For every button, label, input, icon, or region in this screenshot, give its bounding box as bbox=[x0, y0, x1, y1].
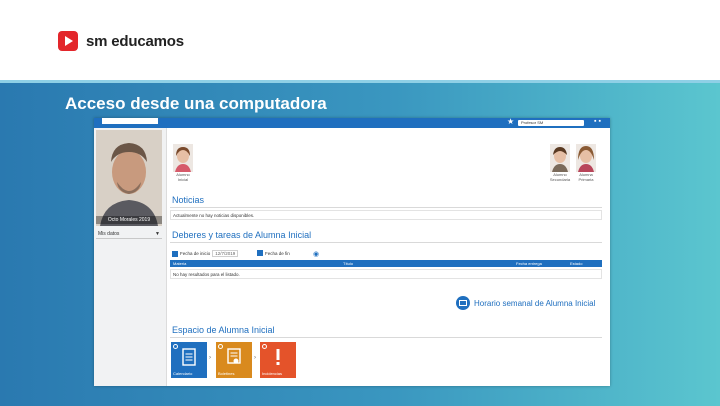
student-avatar-icon bbox=[173, 144, 193, 172]
tile-info-icon bbox=[262, 344, 267, 349]
news-title: Noticias bbox=[172, 195, 205, 205]
tile-reports[interactable]: › Boletines bbox=[216, 342, 256, 378]
calendar-icon bbox=[257, 250, 263, 256]
column-status[interactable]: Estado bbox=[570, 260, 582, 267]
student-alumno-inicial[interactable]: Alumno Inicial bbox=[171, 144, 195, 182]
brand-logo-icon bbox=[58, 31, 78, 51]
profile-photo: Octo Morales 2019 bbox=[96, 130, 162, 226]
brand-name: sm educamos bbox=[86, 32, 184, 50]
student-avatar-icon bbox=[576, 144, 596, 172]
homework-divider bbox=[170, 242, 602, 243]
window-controls-icon[interactable]: ▪▪ bbox=[594, 118, 603, 127]
homework-title: Deberes y tareas de Alumna Inicial bbox=[172, 230, 312, 240]
user-menu[interactable]: Profesor SM bbox=[518, 120, 584, 126]
student-alumna-primaria[interactable]: Alumna Primaria bbox=[574, 144, 598, 182]
profile-sidebar: Octo Morales 2019 Mis datos ▼ bbox=[94, 128, 167, 386]
weekly-schedule-link[interactable]: Horario semanal de Alumna Inicial bbox=[456, 296, 595, 310]
app-screenshot: ★ Profesor SM ▪▪ Octo Morales 2019 Mis d… bbox=[94, 118, 610, 386]
start-date-label: Fecha de inicio bbox=[180, 251, 211, 256]
my-data-label: Mis datos bbox=[98, 231, 120, 237]
my-data-menu[interactable]: Mis datos ▼ bbox=[96, 229, 162, 239]
app-header-logo bbox=[102, 118, 158, 124]
column-due-date[interactable]: Fecha entrega bbox=[516, 260, 542, 267]
search-icon[interactable]: ◉ bbox=[313, 250, 319, 258]
tile-calendar-label: Calendario bbox=[173, 371, 193, 376]
student-space-title: Espacio de Alumna Inicial bbox=[172, 325, 275, 335]
column-title[interactable]: Título bbox=[343, 260, 353, 267]
news-empty-message: Actualmente no hay noticias disponibles. bbox=[170, 210, 602, 220]
tile-incidents-label: Incidencias bbox=[262, 371, 283, 376]
chevron-right-icon: › bbox=[209, 355, 211, 361]
tile-info-icon bbox=[218, 344, 223, 349]
chevron-right-icon: › bbox=[254, 355, 256, 361]
homework-table-header: Materia Título Fecha entrega Estado bbox=[170, 260, 602, 267]
end-date-filter[interactable]: Fecha de fin bbox=[257, 250, 290, 256]
student-alumno-secundaria[interactable]: Alumno Secundaria bbox=[548, 144, 572, 182]
schedule-icon bbox=[456, 296, 470, 310]
column-subject[interactable]: Materia bbox=[173, 260, 186, 267]
search-filter[interactable]: ◉ bbox=[313, 250, 319, 258]
start-date-filter[interactable]: Fecha de inicio 12/7/2019 bbox=[172, 250, 239, 257]
tile-incidents[interactable]: Incidencias bbox=[260, 342, 296, 378]
news-divider bbox=[170, 207, 602, 208]
alert-icon bbox=[276, 349, 280, 365]
document-icon bbox=[182, 348, 196, 366]
student-space-divider bbox=[170, 337, 602, 338]
profile-avatar-icon bbox=[96, 130, 162, 226]
homework-empty-row: No hay resultados para el listado. bbox=[170, 269, 602, 279]
weekly-schedule-label: Horario semanal de Alumna Inicial bbox=[474, 298, 596, 308]
student-avatar-icon bbox=[550, 144, 570, 172]
tile-info-icon bbox=[173, 344, 178, 349]
calendar-icon bbox=[172, 250, 178, 257]
profile-name: Octo Morales 2019 bbox=[96, 216, 162, 224]
chevron-down-icon: ▼ bbox=[155, 231, 160, 237]
start-date-input[interactable]: 12/7/2019 bbox=[212, 250, 239, 257]
slide-title: Acceso desde una computadora bbox=[65, 94, 327, 113]
certificate-icon bbox=[227, 348, 241, 364]
favorite-star-icon[interactable]: ★ bbox=[507, 118, 514, 127]
app-header: ★ Profesor SM ▪▪ bbox=[94, 118, 610, 128]
end-date-label: Fecha de fin bbox=[265, 250, 290, 256]
tile-calendar[interactable]: › Calendario bbox=[171, 342, 211, 378]
brand: sm educamos bbox=[58, 31, 184, 51]
tile-reports-label: Boletines bbox=[218, 371, 235, 376]
top-bar: sm educamos bbox=[0, 0, 720, 80]
